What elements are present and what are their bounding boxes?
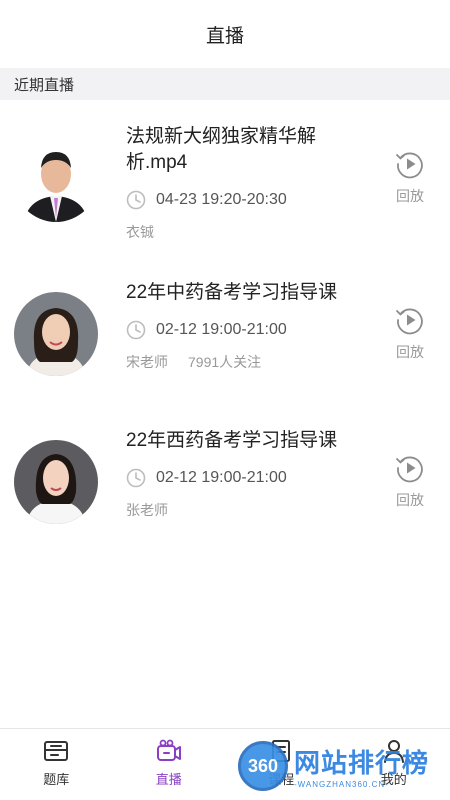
course-title: 22年西药备考学习指导课 bbox=[126, 430, 338, 451]
tab-label: 题库 bbox=[43, 772, 70, 787]
replay-icon bbox=[396, 456, 423, 483]
time-row: 02-12 19:00-21:00 bbox=[126, 468, 346, 488]
tab-profile[interactable]: 我的 bbox=[338, 729, 450, 800]
course-title: 法规新大纲独家精华解析.mp4 bbox=[126, 126, 317, 173]
live-item[interactable]: 22年西药备考学习指导课 02-12 19:00-21:00 张老师 回放 bbox=[0, 408, 450, 556]
tab-label: 课程 bbox=[268, 772, 295, 787]
follower-count: 7991人关注 bbox=[188, 354, 262, 370]
question-bank-icon bbox=[44, 741, 69, 761]
replay-icon bbox=[396, 308, 423, 335]
teacher-name: 宋老师 bbox=[126, 354, 168, 370]
course-title: 22年中药备考学习指导课 bbox=[126, 282, 338, 303]
live-time: 02-12 19:00-21:00 bbox=[156, 469, 287, 486]
tab-live[interactable]: 直播 bbox=[113, 729, 226, 800]
replay-label: 回放 bbox=[396, 492, 424, 508]
replay-button[interactable]: 回放 bbox=[392, 304, 428, 362]
live-info: 法规新大纲独家精华解析.mp4 04-23 19:20-20:30 衣铖 bbox=[126, 124, 346, 242]
clock-icon bbox=[126, 190, 146, 210]
teacher-name: 张老师 bbox=[126, 502, 168, 518]
profile-icon bbox=[383, 740, 404, 763]
live-list: 法规新大纲独家精华解析.mp4 04-23 19:20-20:30 衣铖 回放 bbox=[0, 100, 450, 556]
replay-button[interactable]: 回放 bbox=[392, 148, 428, 206]
tab-label: 直播 bbox=[155, 772, 182, 787]
time-row: 02-12 19:00-21:00 bbox=[126, 320, 346, 340]
tab-question-bank[interactable]: 题库 bbox=[0, 729, 113, 800]
meta-row: 衣铖 bbox=[126, 222, 346, 242]
replay-label: 回放 bbox=[396, 344, 424, 360]
time-row: 04-23 19:20-20:30 bbox=[126, 190, 346, 210]
meta-row: 张老师 bbox=[126, 500, 346, 520]
live-item[interactable]: 22年中药备考学习指导课 02-12 19:00-21:00 宋老师 7991人… bbox=[0, 260, 450, 408]
clock-icon bbox=[126, 320, 146, 340]
live-info: 22年西药备考学习指导课 02-12 19:00-21:00 张老师 bbox=[126, 428, 346, 520]
live-time: 02-12 19:00-21:00 bbox=[156, 321, 287, 338]
meta-row: 宋老师 7991人关注 bbox=[126, 352, 346, 372]
live-time: 04-23 19:20-20:30 bbox=[156, 191, 287, 208]
replay-icon bbox=[396, 152, 423, 179]
replay-button[interactable]: 回放 bbox=[392, 452, 428, 510]
avatar bbox=[14, 138, 98, 222]
section-title: 近期直播 bbox=[14, 76, 75, 94]
live-info: 22年中药备考学习指导课 02-12 19:00-21:00 宋老师 7991人… bbox=[126, 280, 346, 372]
top-header: 直播 bbox=[0, 0, 450, 68]
section-header: 近期直播 bbox=[0, 68, 450, 100]
teacher-name: 衣铖 bbox=[126, 224, 154, 240]
tab-label: 我的 bbox=[380, 772, 407, 787]
clock-icon bbox=[126, 468, 146, 488]
page-title: 直播 bbox=[205, 25, 244, 47]
course-book-icon bbox=[272, 740, 291, 762]
avatar bbox=[14, 292, 98, 376]
bottom-tab-bar: 题库 直播 课程 我的 bbox=[0, 728, 450, 800]
replay-label: 回放 bbox=[396, 188, 424, 204]
tab-course[interactable]: 课程 bbox=[225, 729, 338, 800]
avatar bbox=[14, 440, 98, 524]
live-camera-icon bbox=[156, 739, 181, 761]
live-item[interactable]: 法规新大纲独家精华解析.mp4 04-23 19:20-20:30 衣铖 回放 bbox=[0, 100, 450, 260]
